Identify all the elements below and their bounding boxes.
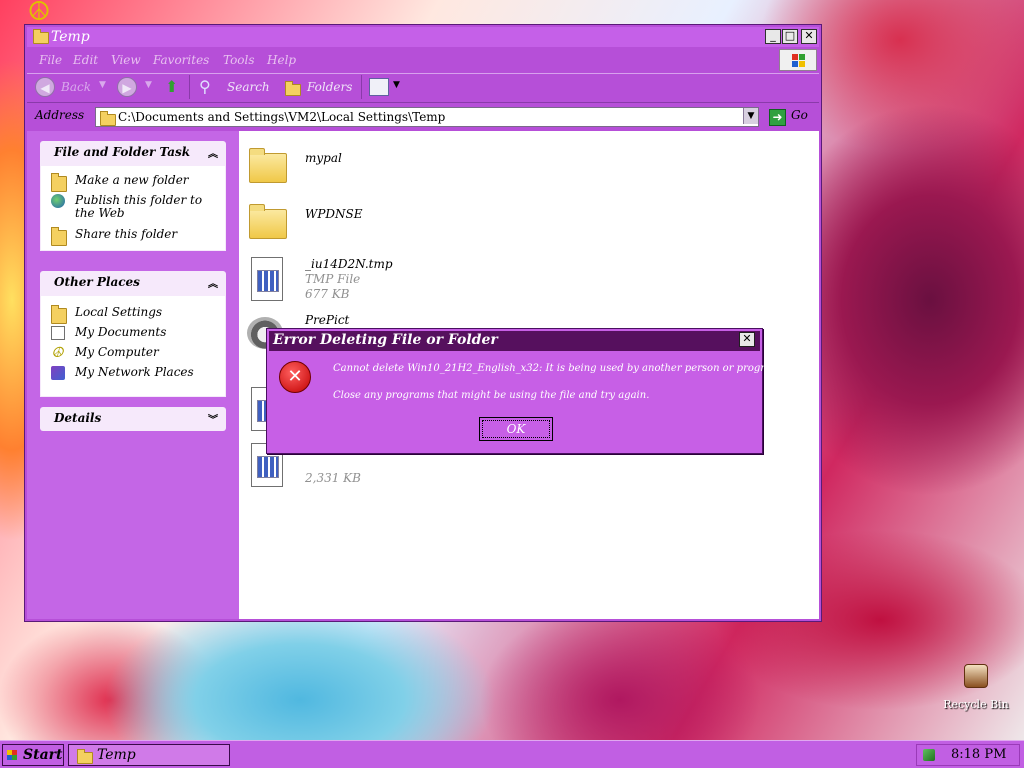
close-button[interactable]: ✕ (801, 29, 817, 44)
go-button[interactable]: Go (791, 108, 808, 122)
address-dropdown-icon[interactable]: ▼ (743, 108, 758, 124)
list-item[interactable]: _iu14D2N.tmp TMP File 677 KB (247, 255, 447, 307)
expand-chevron-icon[interactable]: ︾ (208, 411, 218, 426)
standard-toolbar: ◀ Back ▼ ▶ ▼ ⬆ ⚲ Search Folders ▼ (27, 73, 819, 103)
maximize-button[interactable]: □ (782, 29, 798, 44)
dialog-message: Cannot delete Win10_21H2_English_x32: It… (333, 363, 784, 374)
folder-icon (51, 305, 67, 324)
menu-help[interactable]: Help (267, 53, 296, 67)
tray-app-icon[interactable] (923, 749, 935, 761)
address-folder-icon (100, 111, 116, 126)
folders-button[interactable]: Folders (307, 80, 352, 94)
new-folder-icon (51, 173, 67, 192)
documents-icon (51, 326, 65, 340)
forward-arrow-icon[interactable]: ▶ (117, 77, 137, 97)
windows-logo-icon (779, 49, 817, 71)
list-item[interactable]: mypal (247, 145, 427, 189)
details-header[interactable]: Details ︾ (40, 407, 226, 431)
ok-button[interactable]: OK (479, 417, 553, 441)
forward-dropdown-icon[interactable]: ▼ (145, 80, 152, 90)
recycle-bin-icon (964, 664, 988, 688)
file-name: WPDNSE (305, 207, 363, 221)
taskbar-item-temp[interactable]: Temp (68, 744, 230, 766)
toolbar-separator (361, 75, 362, 99)
system-tray: 8:18 PM (916, 744, 1020, 766)
back-dropdown-icon[interactable]: ▼ (99, 80, 106, 90)
file-tasks-header[interactable]: File and Folder Task ︽ (40, 141, 226, 165)
tmp-file-icon (251, 257, 283, 301)
up-folder-icon[interactable]: ⬆ (165, 77, 183, 97)
minimize-button[interactable]: _ (765, 29, 781, 44)
back-button[interactable]: Back (61, 80, 91, 94)
details-title: Details (54, 411, 102, 425)
file-size: 677 KB (305, 287, 350, 301)
dialog-title: Error Deleting File or Folder (273, 332, 498, 348)
menu-bar: File Edit View Favorites Tools Help (27, 49, 819, 71)
search-button[interactable]: Search (227, 80, 270, 94)
file-size: 2,331 KB (305, 471, 361, 485)
folder-icon (77, 749, 93, 764)
file-tasks-panel: Make a new folder Publish this folder to… (40, 165, 226, 251)
dialog-close-button[interactable]: ✕ (739, 332, 755, 347)
other-places-panel: Local Settings My Documents ☮ My Compute… (40, 295, 226, 397)
windows-flag-icon (7, 750, 17, 760)
views-icon[interactable] (369, 78, 389, 96)
menu-tools[interactable]: Tools (223, 53, 255, 67)
dialog-titlebar[interactable]: Error Deleting File or Folder (269, 331, 760, 351)
network-icon (51, 366, 65, 380)
file-type: TMP File (305, 272, 361, 286)
folders-icon (285, 81, 301, 96)
other-places-title: Other Places (54, 275, 140, 289)
folder-icon (33, 29, 49, 44)
go-arrow-icon[interactable]: ➜ (769, 109, 786, 126)
file-name: PrePict (305, 313, 350, 327)
taskbar-item-label: Temp (97, 747, 136, 763)
globe-icon (51, 194, 65, 208)
recycle-bin[interactable]: Recycle Bin (936, 664, 1016, 711)
recycle-bin-label: Recycle Bin (943, 698, 1009, 711)
folder-icon (249, 148, 287, 183)
address-bar: Address C:\Documents and Settings\VM2\Lo… (27, 103, 819, 129)
dialog-hint: Close any programs that might be using t… (333, 390, 650, 401)
list-item[interactable]: WPDNSE (247, 201, 427, 245)
peace-desktop-icon[interactable]: ☮ (24, 0, 54, 26)
file-tasks-title: File and Folder Task (54, 145, 191, 159)
start-label: Start (23, 747, 63, 763)
start-button[interactable]: Start (2, 744, 64, 766)
file-name: mypal (305, 151, 342, 165)
explorer-window: Temp _ □ ✕ File Edit View Favorites Tool… (24, 24, 822, 622)
ok-button-label: OK (482, 420, 550, 438)
share-folder-icon (51, 227, 67, 246)
task-pane: File and Folder Task ︽ Make a new folder… (27, 131, 239, 619)
menu-favorites[interactable]: Favorites (153, 53, 209, 67)
search-icon: ⚲ (199, 77, 211, 96)
error-dialog: Error Deleting File or Folder ✕ ✕ Cannot… (266, 328, 784, 454)
other-places-header[interactable]: Other Places ︽ (40, 271, 226, 295)
menu-file[interactable]: File (39, 53, 62, 67)
back-arrow-icon[interactable]: ◀ (35, 77, 55, 97)
menu-edit[interactable]: Edit (73, 53, 98, 67)
window-titlebar[interactable]: Temp _ □ ✕ (27, 27, 819, 47)
collapse-chevron-icon[interactable]: ︽ (208, 275, 218, 290)
file-name: _iu14D2N.tmp (305, 257, 393, 271)
collapse-chevron-icon[interactable]: ︽ (208, 145, 218, 160)
address-label: Address (35, 108, 85, 122)
clock[interactable]: 8:18 PM (951, 747, 1006, 762)
error-icon: ✕ (279, 361, 311, 393)
toolbar-separator (189, 75, 190, 99)
address-input[interactable]: C:\Documents and Settings\VM2\Local Sett… (95, 107, 759, 127)
taskbar: Start Temp 8:18 PM (0, 740, 1024, 768)
peace-computer-icon: ☮ (51, 345, 64, 361)
window-title: Temp (51, 29, 90, 45)
views-dropdown-icon[interactable]: ▼ (393, 80, 400, 90)
address-value: C:\Documents and Settings\VM2\Local Sett… (118, 110, 446, 124)
menu-view[interactable]: View (111, 53, 141, 67)
folder-icon (249, 204, 287, 239)
